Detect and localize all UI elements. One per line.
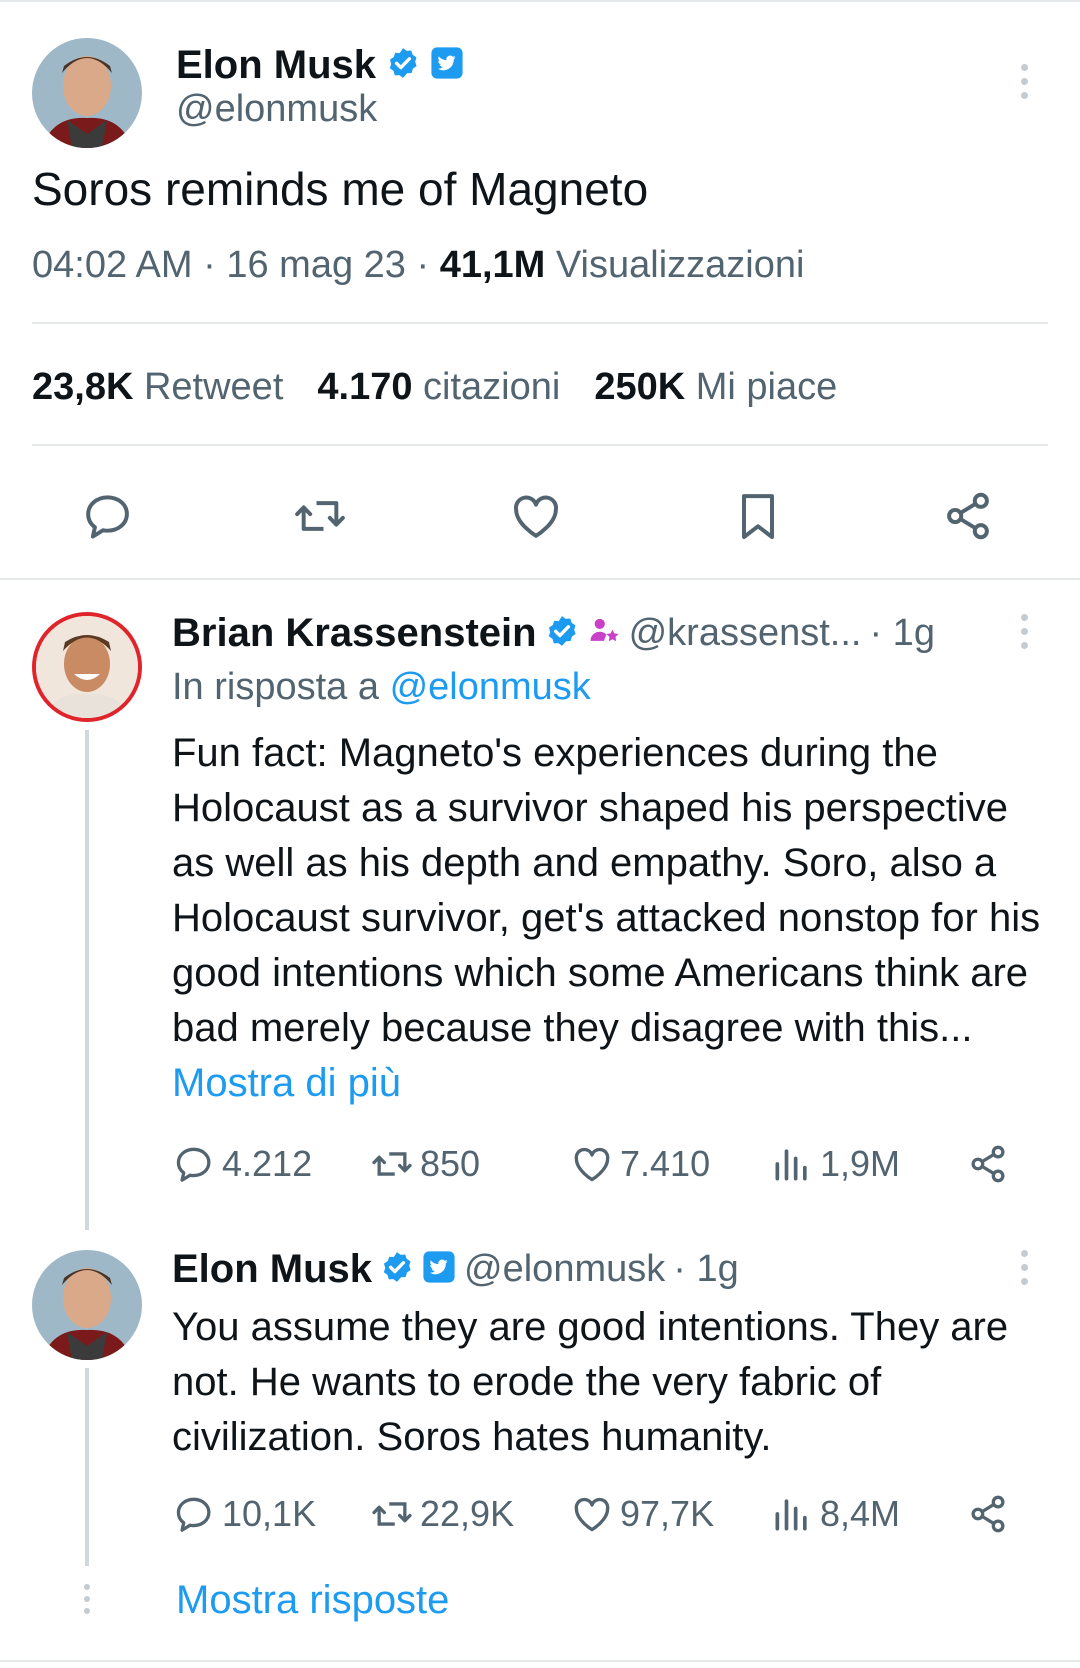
like-icon [574,1147,610,1182]
avatar[interactable] [32,1250,142,1360]
show-replies-link[interactable]: Mostra risposte [176,1578,449,1623]
post-age[interactable]: · 1g [673,1248,738,1291]
views-icon [775,1499,807,1531]
retweets-label: Retweet [143,366,284,408]
section-divider [0,578,1080,580]
like-icon[interactable] [508,488,564,544]
retweet-count-button[interactable]: 850 [370,1142,480,1186]
in-reply-handle-link[interactable]: @elonmusk [390,666,591,708]
top-divider [0,0,1080,2]
views-count-button[interactable]: 1,9M [770,1142,900,1186]
reply-count: 4.212 [222,1143,313,1184]
more-options-icon[interactable] [1021,1250,1029,1292]
show-more-link[interactable]: Mostra di più [172,1061,401,1105]
likes-stat[interactable]: 250K Mi piace [594,366,837,409]
quotes-count: 4.170 [317,366,413,408]
retweet-icon [372,1152,412,1176]
retweet-count: 22,9K [420,1493,515,1534]
views-count: 8,4M [820,1493,901,1534]
views-count: 1,9M [820,1143,901,1184]
subscriber-badge-icon [587,614,621,653]
post-age[interactable]: · 1g [869,612,934,655]
share-icon[interactable] [966,1142,1010,1186]
retweets-count: 23,8K [32,366,134,408]
tweet-text: Soros reminds me of Magneto [32,163,649,215]
author-handle[interactable]: @krassenst... [629,612,862,655]
more-options-icon[interactable] [1021,64,1029,106]
reply-icon [176,1147,211,1182]
views-icon [775,1149,807,1181]
reply-count-button[interactable]: 10,1K [172,1492,316,1536]
divider [32,322,1048,324]
author-handle[interactable]: @elonmusk [464,1248,665,1291]
bookmark-icon[interactable] [730,488,786,544]
retweet-count-button[interactable]: 22,9K [370,1492,514,1536]
reply-icon [176,1497,211,1532]
twitter-affiliate-icon [422,1250,456,1289]
verified-badge-icon [380,1250,414,1289]
more-options-icon[interactable] [1021,614,1029,656]
views-count-button[interactable]: 8,4M [770,1492,900,1536]
verified-badge-icon [386,46,420,85]
retweets-stat[interactable]: 23,8K Retweet [32,366,283,409]
thread-line [85,1368,89,1566]
like-count-button[interactable]: 97,7K [570,1492,714,1536]
quotes-label: citazioni [423,366,561,408]
author-name[interactable]: Elon Musk [176,43,376,88]
thread-line [85,730,89,1230]
reply-count: 10,1K [222,1493,317,1534]
views-count: 41,1M [439,244,546,286]
divider [32,444,1048,446]
like-count-button[interactable]: 7.410 [570,1142,710,1186]
like-count: 97,7K [620,1493,715,1534]
views-label: Visualizzazioni [555,244,805,286]
reply-icon[interactable] [80,488,136,544]
reply-body: Fun fact: Magneto's experiences during t… [172,731,1041,1050]
thread-continuation-dots [84,1584,92,1621]
likes-label: Mi piace [695,366,838,408]
engagement-stats: 23,8K Retweet 4.170 citazioni 250K Mi pi… [32,366,837,409]
like-count: 7.410 [620,1143,711,1184]
share-icon[interactable] [966,1492,1010,1536]
reply-text: You assume they are good intentions. The… [172,1305,1009,1459]
bottom-divider [0,1660,1080,1662]
retweet-count: 850 [420,1143,481,1184]
in-reply-prefix: In risposta a [172,666,379,708]
tweet-time[interactable]: 04:02 AM [32,244,193,286]
reply-text: Fun fact: Magneto's experiences during t… [172,726,1052,1111]
tweet-date[interactable]: 16 mag 23 [226,244,406,286]
avatar[interactable] [32,612,142,722]
meta-separator: · [203,244,216,286]
author-handle[interactable]: @elonmusk [176,88,377,131]
retweet-icon[interactable] [292,488,348,544]
like-icon [574,1497,610,1532]
author-name[interactable]: Elon Musk [172,1247,372,1292]
in-reply-to: In risposta a @elonmusk [172,666,591,709]
verified-badge-icon [545,614,579,653]
retweet-icon [372,1502,412,1526]
meta-separator: · [416,244,430,286]
quotes-stat[interactable]: 4.170 citazioni [317,366,560,409]
tweet-meta: 04:02 AM · 16 mag 23 · 41,1M Visualizzaz… [32,244,804,287]
reply-count-button[interactable]: 4.212 [172,1142,312,1186]
author-name[interactable]: Brian Krassenstein [172,611,537,656]
share-icon[interactable] [940,488,996,544]
avatar[interactable] [32,38,142,148]
twitter-affiliate-icon [430,46,464,85]
likes-count: 250K [594,366,686,408]
